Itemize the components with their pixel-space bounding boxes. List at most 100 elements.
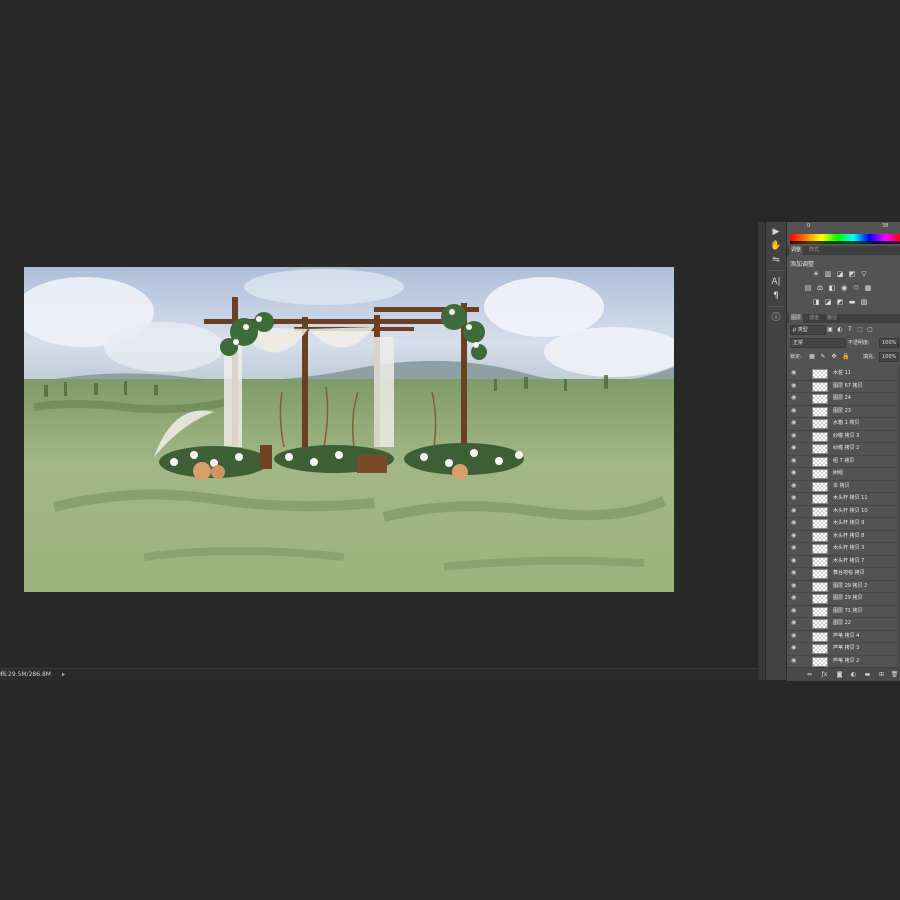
visibility-eye-icon[interactable]: ◉ [791, 532, 799, 540]
selective-color-icon[interactable]: ▧ [860, 298, 868, 306]
visibility-eye-icon[interactable]: ◉ [791, 582, 799, 590]
visibility-eye-icon[interactable]: ◉ [791, 544, 799, 552]
vibrance-icon[interactable]: ▽ [860, 270, 868, 278]
tab-channels[interactable]: 通道 [807, 314, 821, 323]
layer-row[interactable]: ◉ 水箱 1 拷贝 [787, 417, 900, 431]
visibility-eye-icon[interactable]: ◉ [791, 369, 799, 377]
visibility-eye-icon[interactable]: ◉ [791, 519, 799, 527]
tab-paths[interactable]: 路径 [825, 314, 839, 323]
lock-move-icon[interactable]: ✥ [831, 353, 837, 361]
info-icon[interactable]: ⓘ [769, 312, 783, 324]
layer-row[interactable]: ◉ 木头杆 拷贝 7 [787, 555, 900, 568]
visibility-eye-icon[interactable]: ◉ [791, 419, 799, 427]
levels-icon[interactable]: ▥ [824, 270, 832, 278]
layer-style-icon[interactable]: ƒx [820, 670, 829, 679]
layer-row[interactable]: ◉ 木头杆 拷贝 11 [787, 492, 900, 506]
layer-row[interactable]: ◉ 芦苇 拷贝 4 [787, 630, 900, 643]
layer-row[interactable]: ◉ 图层 67 拷贝 [787, 380, 900, 393]
layer-row[interactable]: ◉ 木头杆 拷贝 3 [787, 542, 900, 556]
workspace[interactable]: 档:29.5M/286.8M ▸ [0, 0, 757, 681]
layer-row[interactable]: ◉ 木头杆 拷贝 9 [787, 517, 900, 531]
opacity-field[interactable]: 100% [879, 338, 899, 348]
filter-kind-select[interactable]: ρ 类型 [790, 325, 826, 335]
visibility-eye-icon[interactable]: ◉ [791, 557, 799, 565]
visibility-eye-icon[interactable]: ◉ [791, 607, 799, 615]
threshold-icon[interactable]: ◩ [836, 298, 844, 306]
adjustment-layer-icon[interactable]: ◐ [849, 670, 858, 679]
brightness-icon[interactable]: ☀ [812, 270, 820, 278]
filter-smart-icon[interactable]: ▢ [867, 326, 873, 334]
paragraph-icon[interactable]: ¶ [769, 290, 783, 302]
layer-row[interactable]: ◉ 图层 22 [787, 617, 900, 631]
photo-filter-icon[interactable]: ◉ [840, 284, 848, 292]
visibility-eye-icon[interactable]: ◉ [791, 457, 799, 465]
layer-row[interactable]: ◉ 木头杆 拷贝 10 [787, 505, 900, 518]
new-layer-icon[interactable]: ⊞ [877, 670, 886, 679]
posterize-icon[interactable]: ◪ [824, 298, 832, 306]
layer-row[interactable]: ◉ 组 7 拷贝 [787, 455, 900, 468]
visibility-eye-icon[interactable]: ◉ [791, 594, 799, 602]
visibility-eye-icon[interactable]: ◉ [791, 619, 799, 627]
lock-all-icon[interactable]: 🔒 [842, 353, 849, 361]
visibility-eye-icon[interactable]: ◉ [791, 507, 799, 515]
hue-icon[interactable]: ▤ [804, 284, 812, 292]
black-white-icon[interactable]: ◧ [828, 284, 836, 292]
visibility-eye-icon[interactable]: ◉ [791, 394, 799, 402]
layer-row[interactable]: ◉ 图层 29 拷贝 2 [787, 580, 900, 593]
visibility-eye-icon[interactable]: ◉ [791, 644, 799, 652]
tab-layers[interactable]: 图层 [789, 314, 804, 323]
curves-icon[interactable]: ◪ [836, 270, 844, 278]
color-spectrum-shade[interactable] [790, 241, 900, 244]
lock-paint-icon[interactable]: ✎ [820, 353, 826, 361]
tab-adjustments[interactable]: 调整 [789, 246, 804, 255]
brush-settings-icon[interactable]: ⇋ [769, 254, 783, 266]
lock-transparent-icon[interactable]: ▦ [809, 353, 815, 361]
layer-row[interactable]: ◉ 图层 23 [787, 405, 900, 418]
layer-row[interactable]: ◉ 芦苇 拷贝 3 [787, 642, 900, 656]
clone-source-icon[interactable]: ✋ [769, 240, 783, 252]
layer-row[interactable]: ◉ 图层 29 拷贝 [787, 592, 900, 606]
color-spectrum[interactable] [790, 234, 900, 241]
layer-row[interactable]: ◉ 树组 [787, 467, 900, 481]
blend-mode-select[interactable]: 正常 [790, 338, 846, 348]
new-group-icon[interactable]: ▬ [863, 670, 872, 679]
channel-mixer-icon[interactable]: ♲ [852, 284, 860, 292]
layer-row[interactable]: ◉ 芦苇 拷贝 2 [787, 655, 900, 668]
play-icon[interactable]: ▶ [769, 226, 783, 238]
visibility-eye-icon[interactable]: ◉ [791, 657, 799, 665]
status-menu-arrow[interactable]: ▸ [62, 669, 65, 681]
visibility-eye-icon[interactable]: ◉ [791, 432, 799, 440]
fill-field[interactable]: 100% [879, 352, 899, 362]
invert-icon[interactable]: ◨ [812, 298, 820, 306]
layer-row[interactable]: ◉ 舞台地毯 拷贝 [787, 567, 900, 581]
document-canvas[interactable] [24, 267, 674, 592]
link-layers-icon[interactable]: ⇔ [805, 670, 814, 679]
layer-row[interactable]: ◉ 木头杆 拷贝 8 [787, 530, 900, 543]
color-lookup-icon[interactable]: ▦ [864, 284, 872, 292]
visibility-eye-icon[interactable]: ◉ [791, 382, 799, 390]
color-balance-icon[interactable]: ⚖ [816, 284, 824, 292]
visibility-eye-icon[interactable]: ◉ [791, 494, 799, 502]
layer-row[interactable]: ◉ 图层 71 拷贝 [787, 605, 900, 618]
visibility-eye-icon[interactable]: ◉ [791, 632, 799, 640]
layer-row[interactable]: ◉ 图层 24 [787, 392, 900, 406]
visibility-eye-icon[interactable]: ◉ [791, 482, 799, 490]
visibility-eye-icon[interactable]: ◉ [791, 444, 799, 452]
gradient-map-icon[interactable]: ▬ [848, 298, 856, 306]
filter-pixel-icon[interactable]: ▣ [827, 326, 833, 334]
delete-layer-icon[interactable]: 🗑 [890, 670, 899, 679]
exposure-icon[interactable]: ◩ [848, 270, 856, 278]
filter-type-icon[interactable]: T [847, 326, 853, 334]
character-icon[interactable]: A| [769, 276, 783, 288]
layers-list[interactable]: ◉ 木桩 11 ◉ 图层 67 拷贝 ◉ 图层 24 ◉ 图层 23 ◉ 水箱 1 拷贝 ◉ 纱幔 拷… [787, 367, 900, 668]
visibility-eye-icon[interactable]: ◉ [791, 407, 799, 415]
tab-styles[interactable]: 样式 [807, 246, 821, 255]
layer-row[interactable]: ◉ 伞 拷贝 [787, 480, 900, 493]
filter-adjust-icon[interactable]: ◐ [837, 326, 843, 334]
visibility-eye-icon[interactable]: ◉ [791, 469, 799, 477]
add-mask-icon[interactable]: ◙ [835, 670, 844, 679]
visibility-eye-icon[interactable]: ◉ [791, 569, 799, 577]
layer-row[interactable]: ◉ 木桩 11 [787, 367, 900, 381]
layer-row[interactable]: ◉ 纱幔 拷贝 2 [787, 442, 900, 456]
filter-shape-icon[interactable]: ⬚ [857, 326, 863, 334]
